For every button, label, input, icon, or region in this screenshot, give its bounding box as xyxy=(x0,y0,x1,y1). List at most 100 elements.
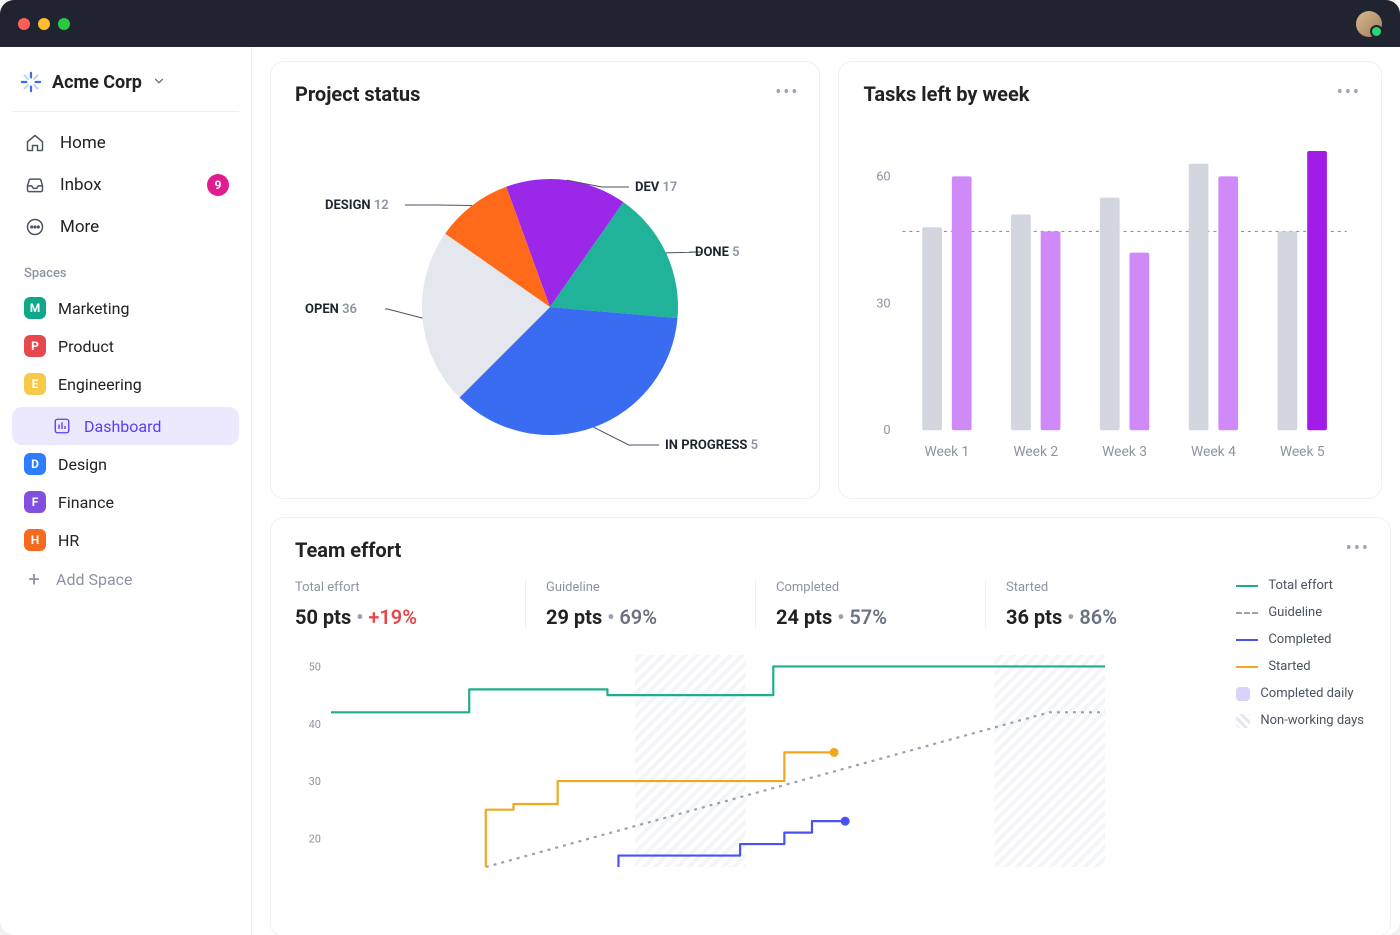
workspace-name: Acme Corp xyxy=(52,72,142,93)
space-icon: H xyxy=(24,529,46,551)
svg-text:DONE 5: DONE 5 xyxy=(695,245,740,260)
stat-value: 36 pts • 86% xyxy=(1006,605,1215,629)
legend-label: Completed daily xyxy=(1260,686,1353,701)
dashboard-icon xyxy=(52,416,72,436)
legend-swatch-started xyxy=(1236,666,1258,668)
plus-icon: + xyxy=(24,569,44,589)
tasks-by-week-card: Tasks left by week ••• 0 30 60 Week 1 Week 2… xyxy=(838,61,1382,499)
svg-text:30: 30 xyxy=(877,296,891,311)
sidebar-space-hr[interactable]: H HR xyxy=(12,521,239,559)
stat-value: 24 pts • 57% xyxy=(776,605,985,629)
project-status-card: Project status ••• DEV 17DONE 5IN PROGRE… xyxy=(270,61,820,499)
sidebar-space-product[interactable]: P Product xyxy=(12,327,239,365)
svg-text:Week 1: Week 1 xyxy=(925,444,970,460)
legend-swatch-nwd xyxy=(1236,714,1250,728)
sidebar-space-engineering[interactable]: E Engineering xyxy=(12,365,239,403)
add-space-label: Add Space xyxy=(56,570,133,589)
legend-label: Non-working days xyxy=(1260,713,1364,728)
svg-text:Week 4: Week 4 xyxy=(1191,444,1236,460)
svg-text:60: 60 xyxy=(877,169,891,184)
space-icon: M xyxy=(24,297,46,319)
space-label: Finance xyxy=(58,493,114,512)
svg-text:IN PROGRESS 5: IN PROGRESS 5 xyxy=(665,438,758,453)
legend-swatch-completed xyxy=(1236,639,1258,641)
space-label: Marketing xyxy=(58,299,129,318)
stat-label: Started xyxy=(1006,580,1215,595)
maximize-window-icon[interactable] xyxy=(58,18,70,30)
nav-more[interactable]: More xyxy=(12,206,239,248)
minimize-window-icon[interactable] xyxy=(38,18,50,30)
legend-swatch-completed-daily xyxy=(1236,687,1250,701)
project-status-pie-chart: DEV 17 DONE 5 IN PROGRESS 5 OPEN 36 DESIGN 1… xyxy=(295,112,795,482)
add-space-button[interactable]: + Add Space xyxy=(12,559,239,599)
legend-label: Completed xyxy=(1268,632,1331,647)
sidebar: Acme Corp Home Inbox 9 xyxy=(0,47,252,935)
chevron-down-icon xyxy=(152,73,166,92)
space-icon: E xyxy=(24,373,46,395)
stat-label: Total effort xyxy=(295,580,525,595)
sidebar-space-marketing[interactable]: M Marketing xyxy=(12,289,239,327)
close-window-icon[interactable] xyxy=(18,18,30,30)
svg-text:Week 3: Week 3 xyxy=(1103,444,1148,460)
svg-text:30: 30 xyxy=(309,775,321,788)
legend-label: Guideline xyxy=(1268,605,1322,620)
space-icon: D xyxy=(24,453,46,475)
space-label: Engineering xyxy=(58,375,142,394)
effort-stat: Completed 24 pts • 57% xyxy=(755,580,985,629)
space-label: Product xyxy=(58,337,114,356)
window-controls xyxy=(18,18,70,30)
svg-text:40: 40 xyxy=(309,718,321,731)
inbox-badge: 9 xyxy=(207,174,229,196)
stat-value: 50 pts • +19% xyxy=(295,605,525,629)
legend-label: Total effort xyxy=(1268,578,1333,593)
card-menu-button[interactable]: ••• xyxy=(775,82,799,103)
space-label: HR xyxy=(58,531,79,550)
tasks-by-week-bar-chart: 0 30 60 Week 1 Week 2 Week 3 Week 4 Week 5 xyxy=(863,112,1357,482)
more-icon xyxy=(24,216,46,238)
svg-text:OPEN 36: OPEN 36 xyxy=(305,302,357,317)
sidebar-space-design[interactable]: D Design xyxy=(12,445,239,483)
nav-home[interactable]: Home xyxy=(12,122,239,164)
card-menu-button[interactable]: ••• xyxy=(1337,82,1361,103)
stat-value: 29 pts • 69% xyxy=(546,605,755,629)
sidebar-item-label: Dashboard xyxy=(84,417,161,436)
team-effort-card: Team effort ••• Total effort 50 pts • +19… xyxy=(270,517,1391,935)
app-window: Acme Corp Home Inbox 9 xyxy=(0,0,1400,935)
card-title: Team effort xyxy=(295,538,1366,562)
space-icon: F xyxy=(24,491,46,513)
svg-text:Week 2: Week 2 xyxy=(1014,444,1059,460)
svg-text:DESIGN 12: DESIGN 12 xyxy=(325,198,389,213)
inbox-icon xyxy=(24,174,46,196)
user-avatar[interactable] xyxy=(1356,11,1382,37)
legend-label: Started xyxy=(1268,659,1310,674)
svg-text:0: 0 xyxy=(884,423,891,438)
effort-stat: Guideline 29 pts • 69% xyxy=(525,580,755,629)
home-icon xyxy=(24,132,46,154)
effort-stat: Started 36 pts • 86% xyxy=(985,580,1215,629)
sidebar-item-dashboard[interactable]: Dashboard xyxy=(12,407,239,445)
stat-label: Completed xyxy=(776,580,985,595)
workspace-logo-icon xyxy=(20,71,42,93)
svg-text:Week 5: Week 5 xyxy=(1280,444,1325,460)
team-effort-line-chart: 20 30 40 50 xyxy=(295,647,1115,877)
nav-label: Inbox xyxy=(60,175,102,195)
legend-swatch-guideline xyxy=(1236,612,1258,614)
space-icon: P xyxy=(24,335,46,357)
spaces-section-label: Spaces xyxy=(12,248,239,289)
svg-text:20: 20 xyxy=(309,832,321,845)
effort-stat: Total effort 50 pts • +19% xyxy=(295,580,525,629)
workspace-switcher[interactable]: Acme Corp xyxy=(12,65,239,112)
team-effort-legend: Total effort Guideline Completed Started… xyxy=(1236,578,1364,740)
titlebar xyxy=(0,0,1400,47)
space-label: Design xyxy=(58,455,107,474)
nav-label: Home xyxy=(60,133,106,153)
stat-label: Guideline xyxy=(546,580,755,595)
svg-text:DEV 17: DEV 17 xyxy=(635,180,677,195)
svg-text:50: 50 xyxy=(309,660,321,673)
card-title: Tasks left by week xyxy=(863,82,1357,106)
card-menu-button[interactable]: ••• xyxy=(1346,538,1370,559)
sidebar-space-finance[interactable]: F Finance xyxy=(12,483,239,521)
legend-swatch-total xyxy=(1236,585,1258,587)
main-content: Project status ••• DEV 17DONE 5IN PROGRE… xyxy=(252,47,1400,935)
nav-inbox[interactable]: Inbox 9 xyxy=(12,164,239,206)
